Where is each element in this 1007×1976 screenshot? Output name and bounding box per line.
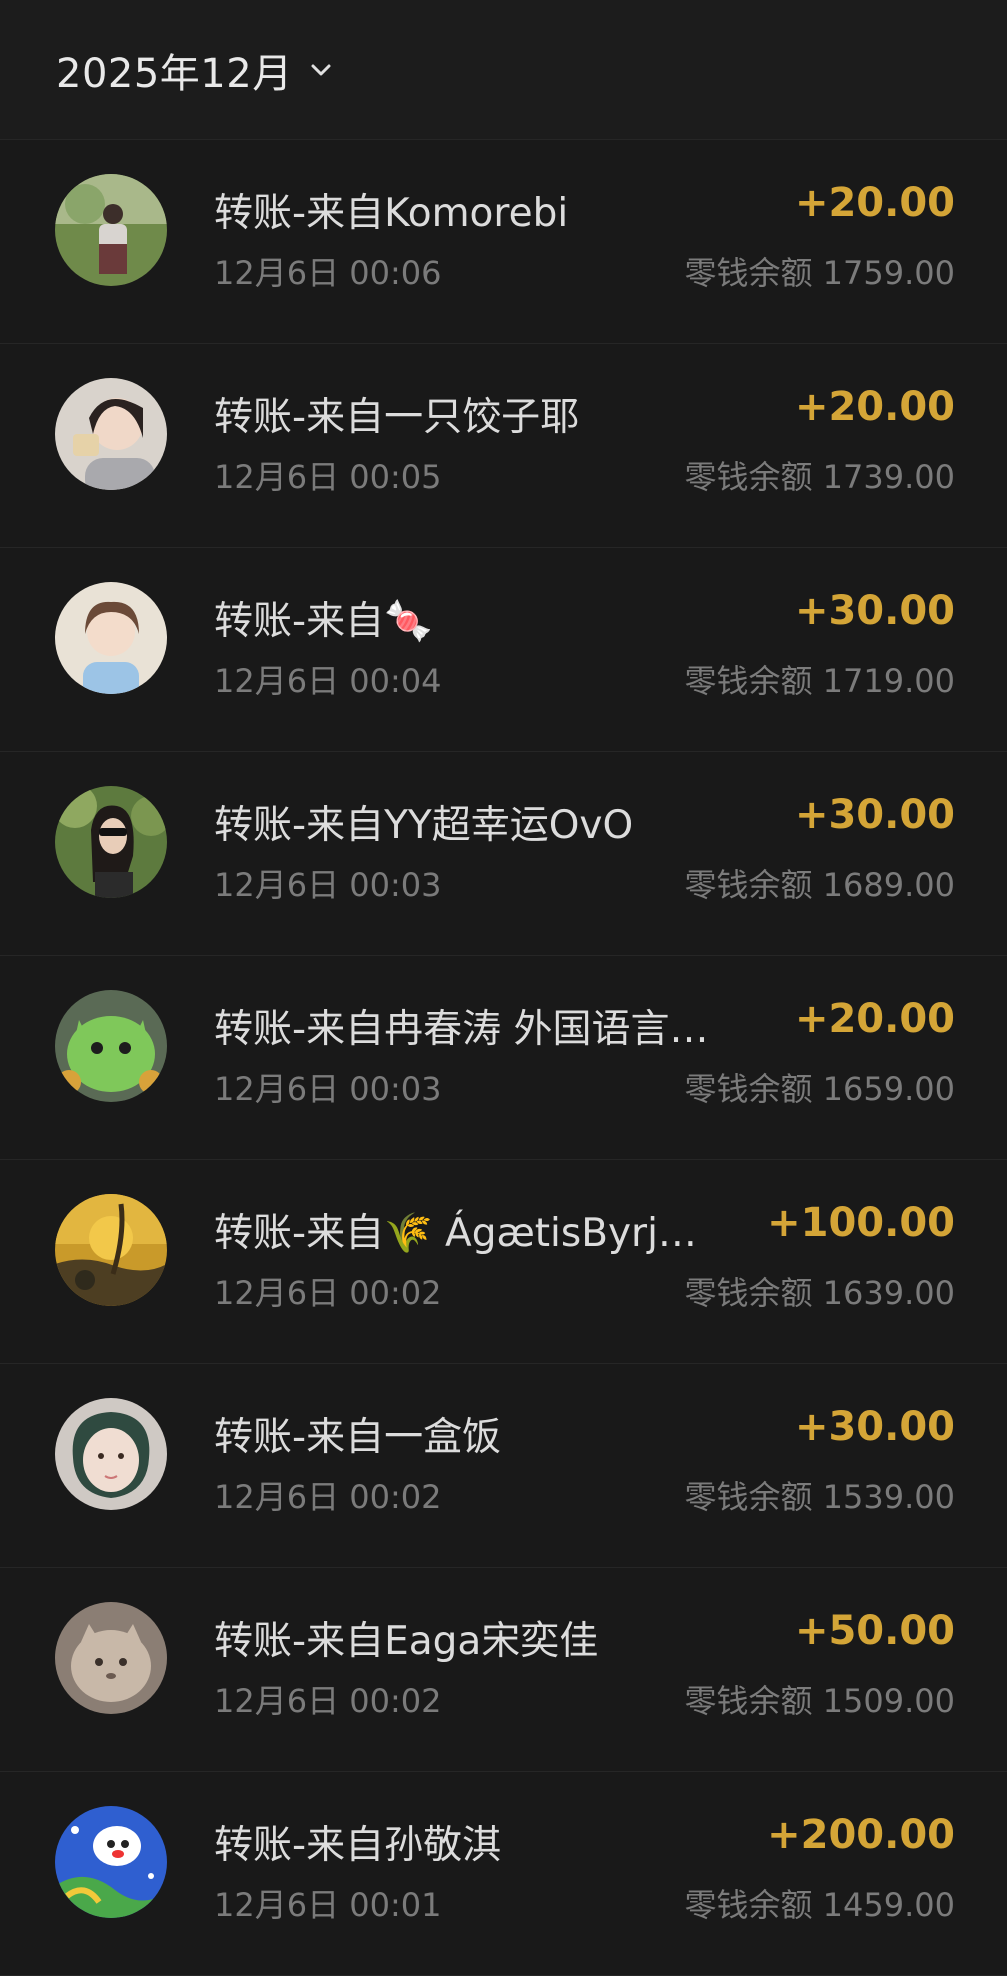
transaction-list: 转账-来自Komorebi 12月6日 00:06 +20.00 零钱余额 17… [0, 140, 1007, 1976]
transaction-row[interactable]: 转账-来自🌾 ÁgætisByrj… 12月6日 00:02 +100.00 零… [0, 1160, 1007, 1364]
avatar [55, 1806, 167, 1918]
transaction-row[interactable]: 转账-来自一盒饭 12月6日 00:02 +30.00 零钱余额 1539.00 [0, 1364, 1007, 1568]
transaction-title: 转账-来自一只饺子耶 [214, 395, 580, 440]
transaction-time: 12月6日 00:01 [214, 1886, 442, 1924]
transaction-time: 12月6日 00:04 [214, 662, 442, 700]
transaction-row[interactable]: 转账-来自YY超幸运OvO 12月6日 00:03 +30.00 零钱余额 16… [0, 752, 1007, 956]
transaction-row[interactable]: 转账-来自🍬 12月6日 00:04 +30.00 零钱余额 1719.00 [0, 548, 1007, 752]
transaction-title: 转账-来自冉春涛 外国语言… [214, 1007, 709, 1052]
balance-text: 零钱余额 1659.00 [684, 1070, 955, 1108]
transaction-title: 转账-来自🍬 [214, 599, 433, 644]
avatar [55, 378, 167, 490]
transaction-time: 12月6日 00:02 [214, 1478, 442, 1516]
transaction-amount: +200.00 [767, 1812, 955, 1858]
avatar [55, 1194, 167, 1306]
transaction-title: 转账-来自Eaga宋奕佳 [214, 1619, 599, 1664]
balance-text: 零钱余额 1719.00 [684, 662, 955, 700]
transaction-time: 12月6日 00:02 [214, 1682, 442, 1720]
month-label: 2025年12月 [56, 50, 293, 97]
transaction-time: 12月6日 00:03 [214, 866, 442, 904]
avatar [55, 582, 167, 694]
avatar [55, 174, 167, 286]
transaction-title: 转账-来自YY超幸运OvO [214, 803, 634, 848]
transaction-row[interactable]: 转账-来自冉春涛 外国语言… 12月6日 00:03 +20.00 零钱余额 1… [0, 956, 1007, 1160]
transaction-time: 12月6日 00:02 [214, 1274, 442, 1312]
transaction-row[interactable]: 转账-来自Eaga宋奕佳 12月6日 00:02 +50.00 零钱余额 150… [0, 1568, 1007, 1772]
transaction-amount: +30.00 [794, 1404, 955, 1450]
transaction-amount: +100.00 [767, 1200, 955, 1246]
transaction-amount: +20.00 [794, 384, 955, 430]
balance-text: 零钱余额 1459.00 [684, 1886, 955, 1924]
chevron-down-icon [307, 56, 335, 84]
transaction-title: 转账-来自孙敬淇 [214, 1823, 502, 1868]
transaction-amount: +20.00 [794, 996, 955, 1042]
transaction-title: 转账-来自一盒饭 [214, 1415, 502, 1460]
avatar [55, 786, 167, 898]
balance-text: 零钱余额 1759.00 [684, 254, 955, 292]
avatar [55, 990, 167, 1102]
balance-text: 零钱余额 1639.00 [684, 1274, 955, 1312]
avatar [55, 1398, 167, 1510]
transaction-time: 12月6日 00:05 [214, 458, 442, 496]
transaction-time: 12月6日 00:06 [214, 254, 442, 292]
balance-text: 零钱余额 1689.00 [684, 866, 955, 904]
balance-text: 零钱余额 1739.00 [684, 458, 955, 496]
transaction-amount: +30.00 [794, 588, 955, 634]
balance-text: 零钱余额 1539.00 [684, 1478, 955, 1516]
header-bar: 2025年12月 [0, 0, 1007, 140]
transaction-row[interactable]: 转账-来自孙敬淇 12月6日 00:01 +200.00 零钱余额 1459.0… [0, 1772, 1007, 1976]
transaction-amount: +30.00 [794, 792, 955, 838]
month-picker[interactable]: 2025年12月 [56, 41, 335, 99]
avatar [55, 1602, 167, 1714]
transaction-time: 12月6日 00:03 [214, 1070, 442, 1108]
transaction-title: 转账-来自🌾 ÁgætisByrj… [214, 1211, 697, 1256]
balance-text: 零钱余额 1509.00 [684, 1682, 955, 1720]
transaction-title: 转账-来自Komorebi [214, 191, 569, 236]
transaction-row[interactable]: 转账-来自一只饺子耶 12月6日 00:05 +20.00 零钱余额 1739.… [0, 344, 1007, 548]
transaction-amount: +20.00 [794, 180, 955, 226]
transaction-amount: +50.00 [794, 1608, 955, 1654]
transaction-row[interactable]: 转账-来自Komorebi 12月6日 00:06 +20.00 零钱余额 17… [0, 140, 1007, 344]
